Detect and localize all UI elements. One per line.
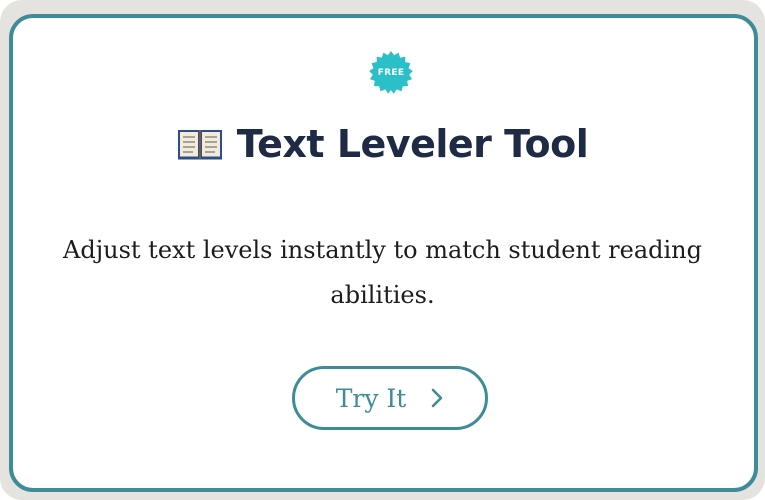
tool-description: Adjust text levels instantly to match st… [63,236,702,309]
try-it-button[interactable]: Try It [292,366,488,430]
chevron-right-icon [432,388,443,408]
page-title: Text Leveler Tool [236,122,589,166]
badge-label: FREE [377,68,405,78]
open-book-icon [177,130,222,160]
free-badge: FREE [368,50,414,96]
try-it-label: Try It [335,383,407,413]
title-row: Text Leveler Tool [0,116,765,172]
